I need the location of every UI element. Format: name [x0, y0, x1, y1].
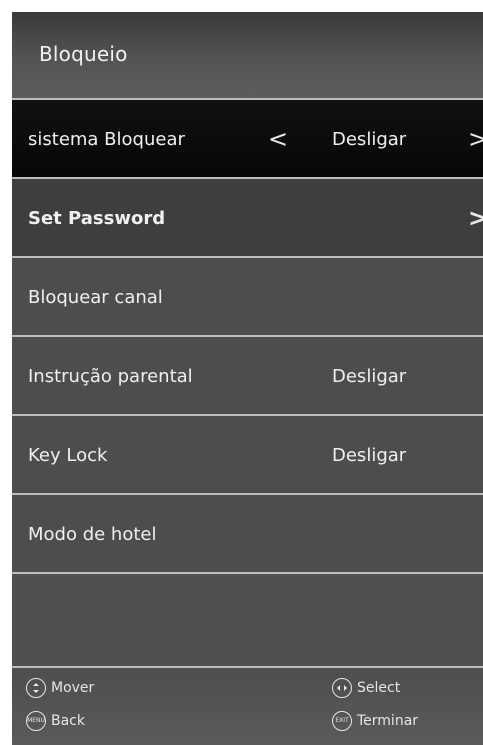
hint-label: Back [51, 713, 85, 729]
menu-item-label: Modo de hotel [28, 524, 157, 545]
menu-item-instrucao-parental[interactable]: Instrução parental Desligar [12, 335, 483, 414]
menu-item-label: Set Password [28, 208, 166, 229]
hint-select: Select [332, 678, 400, 698]
chevron-right-icon[interactable]: > [468, 204, 483, 232]
hint-mover: Mover [26, 678, 94, 698]
menu-item-modo-de-hotel[interactable]: Modo de hotel [12, 493, 483, 572]
menu-item-value: Desligar [332, 129, 407, 150]
menu-title-bar: Bloqueio [12, 12, 483, 98]
hint-label: Mover [51, 680, 95, 696]
menu-item-sistema-bloquear[interactable]: sistema Bloquear < Desligar > [12, 98, 483, 177]
hint-terminar: EXIT Terminar [332, 711, 418, 731]
chevron-right-icon[interactable]: > [468, 125, 483, 153]
menu-button-icon: MENU [26, 711, 46, 731]
menu-item-label: Key Lock [28, 445, 108, 466]
key-hints-footer: Mover Select MENU Back EXIT Terminar [12, 666, 483, 745]
menu-item-label: sistema Bloquear [28, 129, 185, 150]
hint-back: MENU Back [26, 711, 85, 731]
hint-label: Terminar [357, 713, 419, 729]
up-down-arrows-icon [26, 678, 46, 698]
menu-item-bloquear-canal[interactable]: Bloquear canal [12, 256, 483, 335]
exit-button-icon: EXIT [332, 711, 352, 731]
chevron-left-icon[interactable]: < [268, 125, 288, 153]
menu-item-label: Instrução parental [28, 366, 193, 387]
menu-item-value: Desligar [332, 445, 407, 466]
menu-item-key-lock[interactable]: Key Lock Desligar [12, 414, 483, 493]
menu-item-set-password[interactable]: Set Password > [12, 177, 483, 256]
menu-item-label: Bloquear canal [28, 287, 163, 308]
page-title: Bloqueio [39, 42, 128, 66]
hint-label: Select [357, 680, 401, 696]
menu-empty-area [12, 572, 483, 666]
tv-lock-menu: Bloqueio sistema Bloquear < Desligar > S… [12, 12, 483, 745]
left-right-arrows-icon [332, 678, 352, 698]
menu-item-value: Desligar [332, 366, 407, 387]
